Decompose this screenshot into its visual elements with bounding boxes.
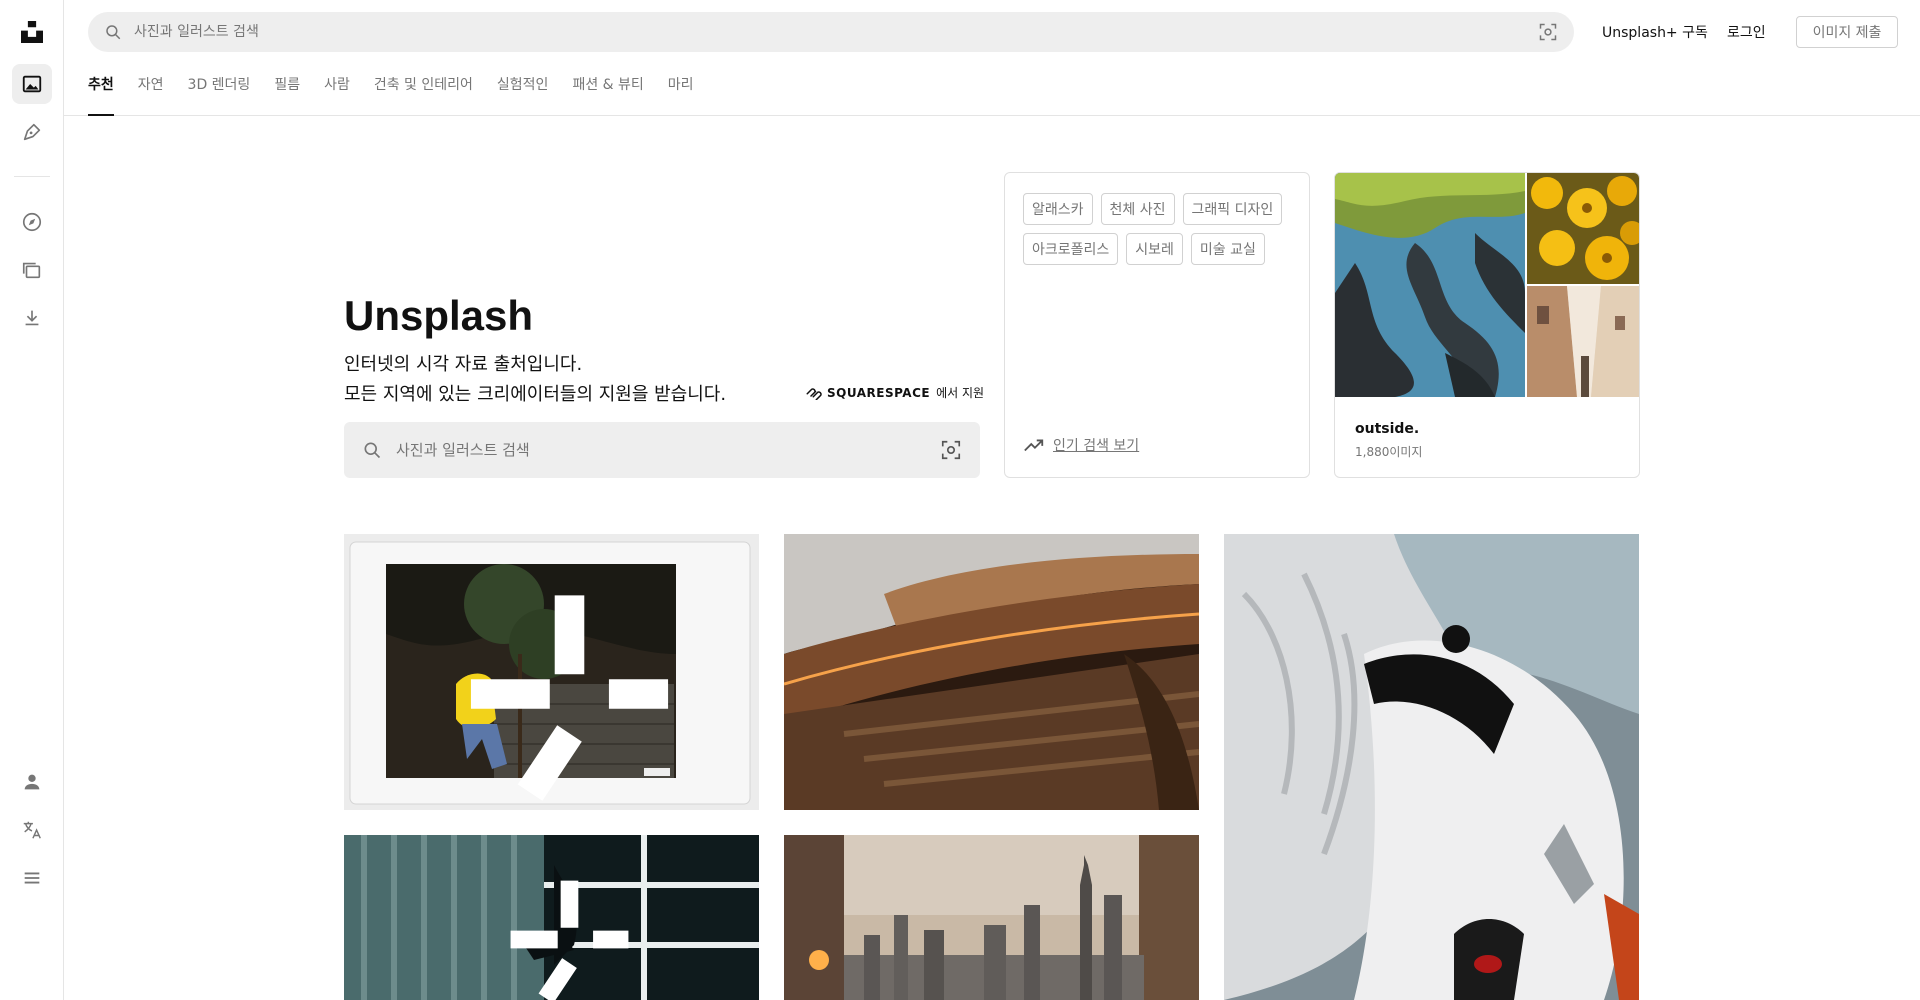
photo-image: [1224, 534, 1639, 1000]
sidebar-divider: [14, 176, 50, 177]
collection-title: outside.: [1355, 421, 1420, 437]
tab-nature[interactable]: 자연: [138, 72, 164, 116]
tab-film[interactable]: 필름: [274, 72, 300, 116]
explore-compass-icon[interactable]: [12, 202, 52, 242]
trend-chip[interactable]: 아크로폴리스: [1023, 233, 1119, 265]
hero-subtitle-line1: 인터넷의 시각 자료 출처입니다.: [344, 354, 583, 375]
hero-search-input[interactable]: [396, 441, 940, 459]
photo-curved-staircase[interactable]: [784, 534, 1199, 810]
photo-image: [784, 534, 1199, 810]
trend-chip[interactable]: 천체 사진: [1100, 193, 1175, 225]
trend-chip[interactable]: 그래픽 디자인: [1182, 193, 1283, 225]
sponsor-credit[interactable]: SQUARESPACE 에서 지원: [805, 384, 984, 401]
top-header: Unsplash+ 구독 로그인 이미지 제출 추천 자연 3D 렌더링 필름 …: [64, 0, 1920, 116]
hero-title: Unsplash: [344, 292, 534, 339]
photo-city-skyline[interactable]: [784, 835, 1199, 1000]
collection-flowers-image: [1527, 173, 1639, 284]
search-icon: [364, 442, 381, 459]
trending-chips: 알래스카 천체 사진 그래픽 디자인 아크로폴리스 시보레 미술 교실: [1023, 193, 1295, 265]
unsplash-plus-subscribe-link[interactable]: Unsplash+ 구독: [1602, 22, 1708, 42]
top-search-bar[interactable]: [88, 12, 1574, 52]
login-link[interactable]: 로그인: [1727, 22, 1766, 42]
trending-up-icon: [1024, 439, 1044, 452]
sponsor-name: SQUARESPACE: [827, 385, 931, 400]
trend-chip[interactable]: 알래스카: [1023, 193, 1093, 225]
squarespace-logo-icon: [806, 387, 822, 400]
tab-more[interactable]: 마리: [668, 72, 694, 116]
collection-count: 1,880이미지: [1355, 445, 1423, 459]
tab-people[interactable]: 사람: [324, 72, 350, 116]
collections-icon[interactable]: [12, 250, 52, 290]
trending-searches-card: 알래스카 천체 사진 그래픽 디자인 아크로폴리스 시보레 미술 교실 인기 검…: [1004, 172, 1310, 478]
photo-image: [784, 835, 1199, 1000]
submit-image-button[interactable]: 이미지 제출: [1796, 16, 1898, 48]
download-icon[interactable]: [12, 298, 52, 338]
hero-subtitle-line2: 모든 지역에 있는 크리에이터들의 지원을 받습니다.: [344, 384, 727, 405]
hero-search-bar[interactable]: [344, 422, 980, 478]
search-icon: [106, 25, 121, 40]
unsplash-plus-badge-icon: [470, 595, 669, 801]
illustrations-pen-icon[interactable]: [12, 112, 52, 152]
menu-hamburger-icon[interactable]: [12, 858, 52, 898]
left-sidebar: [0, 0, 64, 1000]
collection-cover-river-image: [1335, 173, 1525, 397]
trend-chip[interactable]: 미술 교실: [1190, 233, 1265, 265]
photo-polaroid-yellow-jacket[interactable]: [344, 534, 759, 810]
tab-fashion-beauty[interactable]: 패션 & 뷰티: [572, 72, 643, 116]
user-profile-icon[interactable]: [12, 762, 52, 802]
tab-experimental[interactable]: 실험적인: [497, 72, 549, 116]
collection-card[interactable]: outside. 1,880이미지: [1334, 172, 1640, 478]
tab-architecture-interior[interactable]: 건축 및 인테리어: [374, 72, 473, 116]
view-trending-label: 인기 검색 보기: [1053, 438, 1140, 454]
photo-window-shadow-hand[interactable]: [344, 835, 759, 1000]
visual-search-icon[interactable]: [940, 439, 962, 461]
photo-covered-white-car[interactable]: [1224, 534, 1639, 1000]
trend-chip[interactable]: 시보레: [1126, 233, 1183, 265]
top-search-input[interactable]: [134, 24, 1538, 40]
category-tabs: 추천 자연 3D 렌더링 필름 사람 건축 및 인테리어 실험적인 패션 & 뷰…: [88, 72, 718, 116]
tab-featured[interactable]: 추천: [88, 72, 114, 116]
unsplash-logo-icon[interactable]: [12, 12, 52, 52]
photos-nav-icon[interactable]: [12, 64, 52, 104]
tab-3d-renders[interactable]: 3D 렌더링: [188, 72, 251, 116]
visual-search-icon[interactable]: [1538, 22, 1558, 42]
unsplash-plus-badge-icon: [510, 880, 629, 1000]
collection-alley-image: [1527, 286, 1639, 397]
language-translate-icon[interactable]: [12, 810, 52, 850]
view-trending-link[interactable]: 인기 검색 보기: [1023, 435, 1139, 455]
sponsor-suffix: 에서 지원: [936, 386, 985, 400]
